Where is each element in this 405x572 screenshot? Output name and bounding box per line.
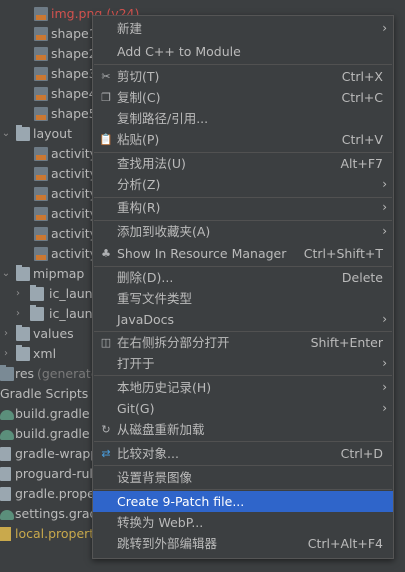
chevron-right-icon: ›	[382, 356, 387, 370]
chevron-right-icon[interactable]: ›	[0, 324, 12, 344]
context-menu: 新建 › Add C++ to Module ✂ 剪切(T) Ctrl+X ❐ …	[92, 15, 394, 559]
drawable-file-icon	[34, 67, 48, 81]
layout-file-icon	[34, 227, 48, 241]
properties-file-icon	[0, 447, 11, 461]
menu-item-open-in[interactable]: 打开于 ›	[93, 353, 393, 374]
menu-item-set-background-image[interactable]: 设置背景图像	[93, 467, 393, 488]
drawable-file-icon	[34, 27, 48, 41]
reload-icon: ↻	[101, 423, 111, 436]
menu-separator	[94, 64, 392, 65]
chevron-right-icon: ›	[382, 401, 387, 415]
chevron-right-icon: ›	[382, 21, 387, 35]
menu-item-local-history[interactable]: 本地历史记录(H) ›	[93, 377, 393, 398]
split-icon: ◫	[100, 336, 112, 349]
resource-manager-icon: ♣	[101, 247, 111, 260]
menu-item-create-9-patch[interactable]: Create 9-Patch file...	[93, 491, 393, 512]
menu-item-javadocs[interactable]: JavaDocs ›	[93, 309, 393, 330]
menu-separator	[94, 375, 392, 376]
compare-icon: ⇄	[101, 447, 111, 460]
chevron-right-icon[interactable]: ›	[12, 304, 24, 324]
menu-item-convert-to-webp[interactable]: 转换为 WebP...	[93, 512, 393, 533]
properties-file-icon	[0, 487, 11, 501]
menu-item-copy[interactable]: ❐ 复制(C) Ctrl+C	[93, 87, 393, 108]
menu-item-jump-to-external-editor[interactable]: 跳转到外部编辑器 Ctrl+Alt+F4	[93, 533, 393, 554]
layout-file-icon	[34, 167, 48, 181]
layout-file-icon	[34, 187, 48, 201]
layout-file-icon	[34, 207, 48, 221]
chevron-right-icon[interactable]: ›	[0, 344, 12, 364]
drawable-file-icon	[34, 47, 48, 61]
drawable-file-icon	[34, 87, 48, 101]
chevron-right-icon[interactable]: ›	[12, 284, 24, 304]
gradle-icon	[0, 410, 14, 420]
menu-item-paste[interactable]: 📋 粘贴(P) Ctrl+V	[93, 129, 393, 150]
cut-icon: ✂	[101, 70, 111, 83]
menu-item-compare-with[interactable]: ⇄ 比较对象... Ctrl+D	[93, 443, 393, 464]
folder-icon	[0, 365, 14, 381]
menu-separator	[94, 465, 392, 466]
chevron-right-icon: ›	[382, 312, 387, 326]
folder-icon	[16, 325, 30, 341]
folder-icon	[16, 125, 30, 141]
menu-separator	[94, 489, 392, 490]
menu-item-copy-path[interactable]: 复制路径/引用...	[93, 108, 393, 129]
menu-separator	[94, 441, 392, 442]
menu-item-reload-from-disk[interactable]: ↻ 从磁盘重新加载	[93, 419, 393, 440]
chevron-right-icon: ›	[382, 200, 387, 214]
menu-item-git[interactable]: Git(G) ›	[93, 398, 393, 419]
menu-item-find-usages[interactable]: 查找用法(U) Alt+F7	[93, 153, 393, 174]
properties-file-icon	[0, 527, 11, 541]
chevron-right-icon: ›	[382, 224, 387, 238]
folder-icon	[30, 305, 44, 321]
menu-item-show-in-resource-manager[interactable]: ♣ Show In Resource Manager Ctrl+Shift+T	[93, 243, 393, 264]
text-file-icon	[0, 467, 11, 481]
chevron-down-icon[interactable]: ⌄	[0, 264, 12, 284]
chevron-right-icon: ›	[382, 380, 387, 394]
menu-item-delete[interactable]: 删除(D)... Delete	[93, 267, 393, 288]
chevron-right-icon: ›	[382, 177, 387, 191]
copy-icon: ❐	[101, 91, 111, 104]
gradle-icon	[0, 430, 14, 440]
menu-item-override-file-type[interactable]: 重写文件类型	[93, 288, 393, 309]
folder-icon	[16, 345, 30, 361]
menu-item-open-in-right-split[interactable]: ◫ 在右侧拆分部分打开 Shift+Enter	[93, 332, 393, 353]
menu-item-analyze[interactable]: 分析(Z) ›	[93, 174, 393, 195]
paste-icon: 📋	[99, 133, 113, 146]
menu-item-refactor[interactable]: 重构(R) ›	[93, 197, 393, 218]
folder-icon	[30, 285, 44, 301]
drawable-file-icon	[34, 107, 48, 121]
folder-icon	[16, 265, 30, 281]
chevron-down-icon[interactable]: ⌄	[0, 124, 12, 144]
drawable-file-icon	[34, 7, 48, 21]
menu-item-add-to-favorites[interactable]: 添加到收藏夹(A) ›	[93, 221, 393, 242]
menu-item-cut[interactable]: ✂ 剪切(T) Ctrl+X	[93, 66, 393, 87]
menu-item-new[interactable]: 新建 ›	[93, 18, 393, 39]
gradle-icon	[0, 510, 14, 520]
layout-file-icon	[34, 147, 48, 161]
layout-file-icon	[34, 247, 48, 261]
menu-item-add-cpp-to-module[interactable]: Add C++ to Module	[93, 41, 393, 62]
